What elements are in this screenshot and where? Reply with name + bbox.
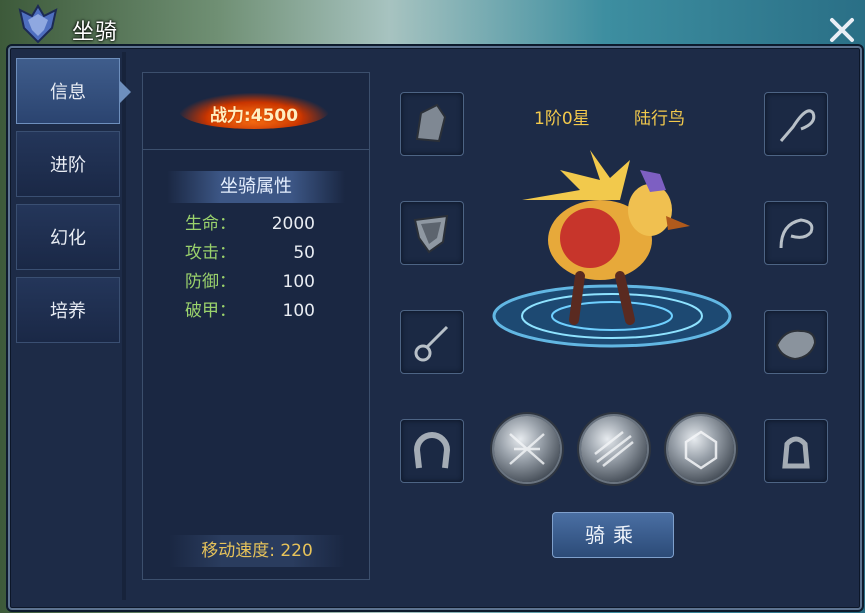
saddle-icon xyxy=(775,329,817,361)
tab-label: 信息 xyxy=(50,82,86,103)
tab-advance[interactable]: 进阶 xyxy=(16,131,120,197)
tab-label: 幻化 xyxy=(50,228,86,249)
horseshoe-icon xyxy=(413,432,451,469)
rein-icon xyxy=(779,218,814,249)
armor-icon xyxy=(413,214,449,254)
attributes-title: 坐骑属性 xyxy=(167,171,345,203)
mount-emblem-icon xyxy=(18,4,58,44)
skill-orb-1[interactable] xyxy=(494,416,560,482)
stat-row-defense: 防御： 100 xyxy=(185,269,315,295)
stat-value: 100 xyxy=(282,272,315,292)
tab-info[interactable]: 信息 xyxy=(16,58,131,124)
stat-label: 破甲： xyxy=(185,301,236,321)
combat-power: 战力:4500 xyxy=(209,106,299,126)
equip-slot-rein[interactable] xyxy=(764,201,828,265)
rope-icon xyxy=(414,325,449,362)
stat-value: 50 xyxy=(293,243,315,263)
equip-slot-whip[interactable] xyxy=(764,92,828,156)
tab-train[interactable]: 培养 xyxy=(16,277,120,343)
window-title: 坐骑 xyxy=(72,20,119,45)
equip-slot-saddle[interactable] xyxy=(764,310,828,374)
tab-label: 进阶 xyxy=(50,155,86,176)
stat-value: 2000 xyxy=(271,214,315,234)
sidebar-divider xyxy=(122,52,126,600)
equip-slot-rope[interactable] xyxy=(400,310,464,374)
stat-row-armor-break: 破甲： 100 xyxy=(185,298,315,324)
stat-label: 防御： xyxy=(185,272,236,292)
stat-label: 攻击： xyxy=(185,243,236,263)
skill-2-icon xyxy=(594,431,634,467)
equip-slot-helmet[interactable] xyxy=(400,92,464,156)
mount-name: 陆行鸟 xyxy=(634,109,685,129)
mount-level: 1阶0星 xyxy=(534,109,590,129)
equip-slot-armor[interactable] xyxy=(400,201,464,265)
equip-slot-stirrup[interactable] xyxy=(764,419,828,483)
equip-slot-horseshoe[interactable] xyxy=(400,419,464,483)
whip-icon xyxy=(779,109,816,142)
move-speed: 移动速度: 220 xyxy=(169,535,345,567)
close-icon[interactable] xyxy=(826,14,858,46)
stat-row-hp: 生命： 2000 xyxy=(185,211,315,237)
helmet-icon xyxy=(415,103,447,143)
stat-value: 100 xyxy=(282,301,315,321)
skill-orb-3[interactable] xyxy=(668,416,734,482)
stat-label: 生命： xyxy=(185,214,236,234)
skill-3-icon xyxy=(684,430,718,470)
skill-1-icon xyxy=(509,433,545,465)
tab-label: 培养 xyxy=(50,301,86,322)
stat-row-attack: 攻击： 50 xyxy=(185,240,315,266)
ride-button[interactable]: 骑乘 xyxy=(552,512,674,558)
skill-orb-2[interactable] xyxy=(581,416,647,482)
active-tab-arrow-icon xyxy=(120,81,131,103)
tab-list: 信息 进阶 幻化 培养 xyxy=(16,58,131,350)
mount-chocobo-figure xyxy=(492,150,732,348)
stats-panel: 战力:4500 坐骑属性 生命： 2000 攻击： 50 防御： 100 破甲：… xyxy=(142,72,370,580)
stirrup-icon xyxy=(782,436,810,469)
tab-transform[interactable]: 幻化 xyxy=(16,204,120,270)
power-banner: 战力:4500 xyxy=(143,73,369,150)
